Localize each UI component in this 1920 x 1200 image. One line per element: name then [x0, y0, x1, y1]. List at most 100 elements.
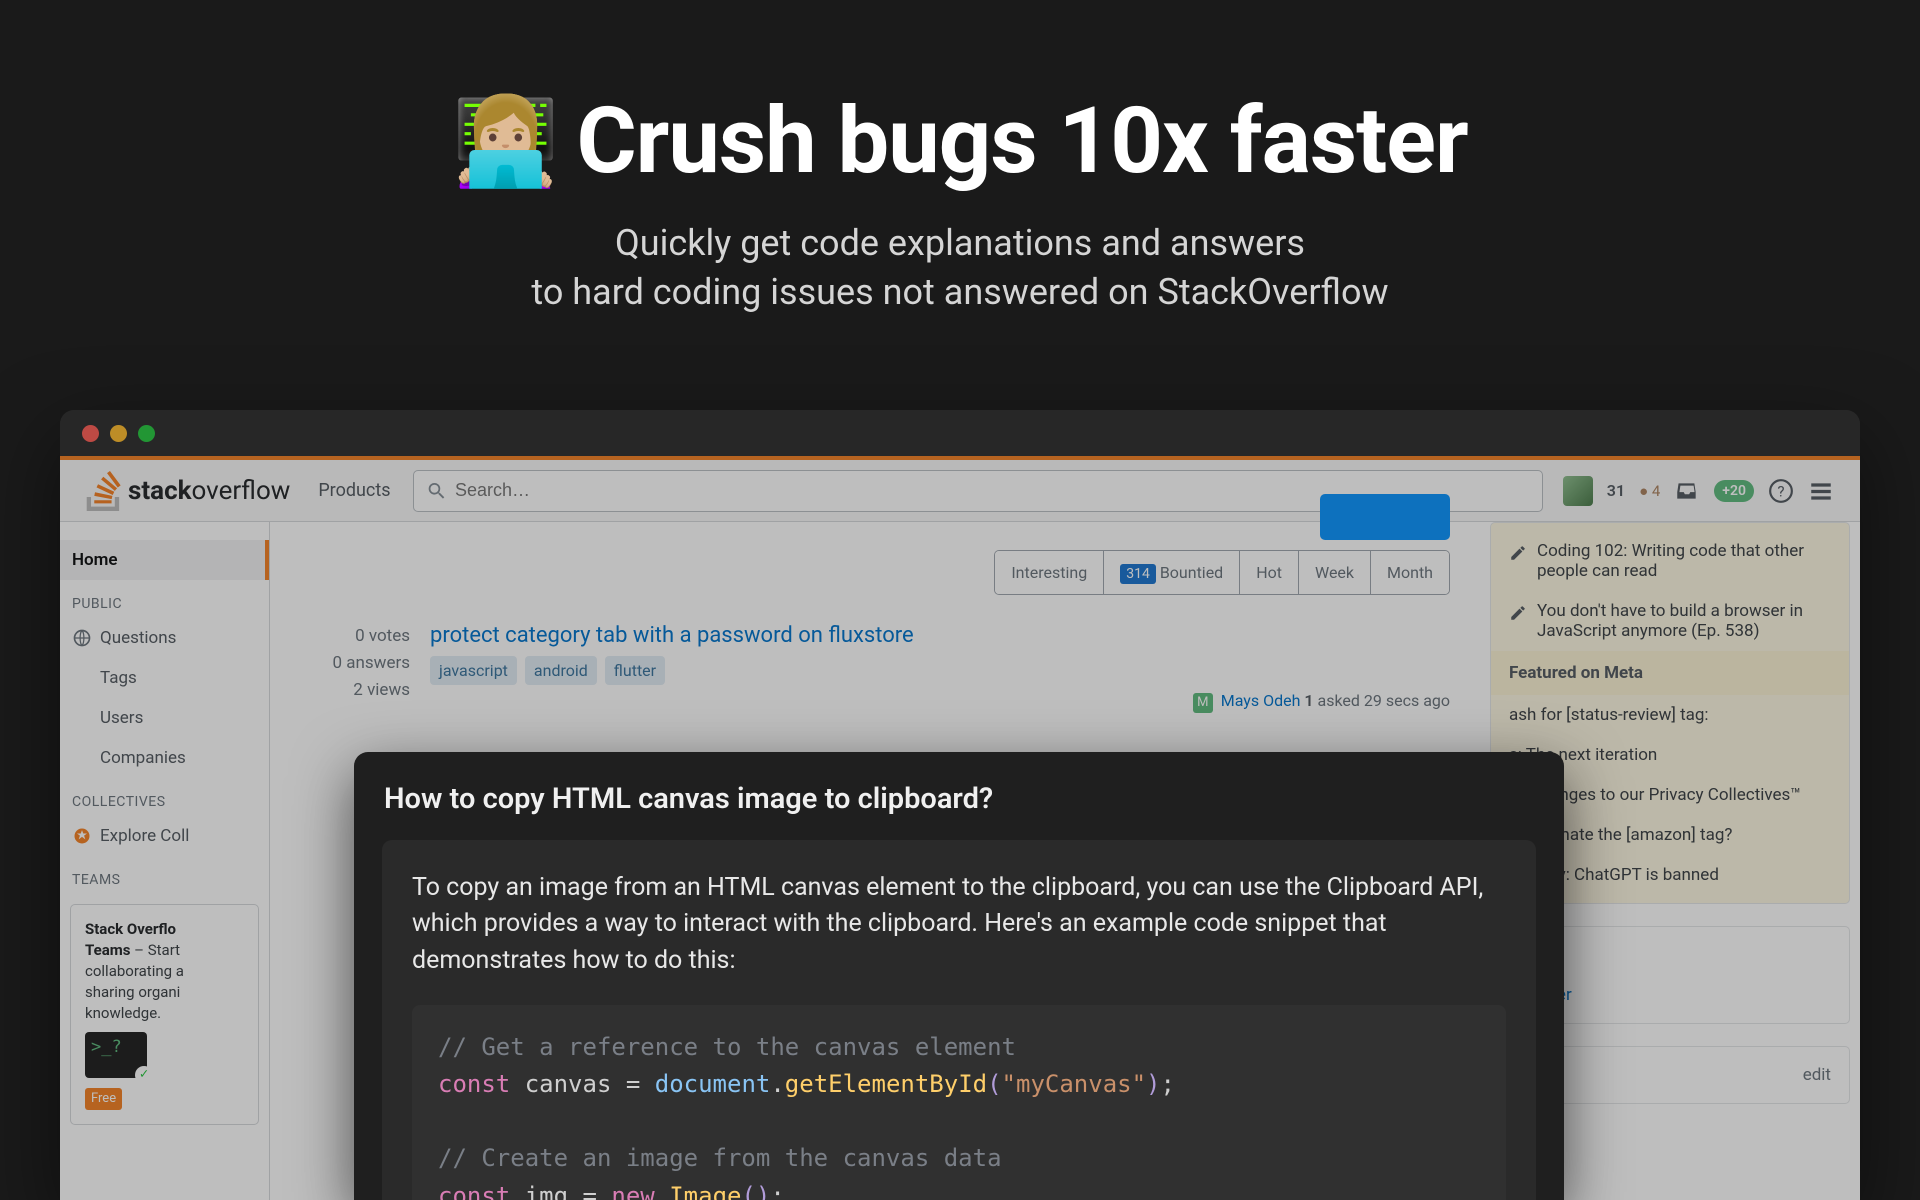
question-row: 0 votes 0 answers 2 views protect catego…	[300, 623, 1450, 713]
teams-promo: Stack Overflo Teams – Start collaboratin…	[70, 904, 259, 1125]
so-logo-bold: stack	[128, 476, 192, 506]
bountied-label: Bountied	[1160, 563, 1223, 582]
answers-count: 0 answers	[300, 650, 410, 677]
terminal-thumb-icon: >_? ✓	[85, 1032, 147, 1078]
sidebar-section-collectives: COLLECTIVES	[60, 778, 269, 816]
question-tags: javascript android flutter	[430, 656, 1450, 685]
code-getelementbyid: getElementById	[785, 1070, 987, 1098]
user-reputation: 31	[1607, 481, 1625, 500]
user-cluster: 31 ● 4 +20 ?	[1563, 476, 1834, 506]
blog-item-2[interactable]: You don't have to build a browser in Jav…	[1491, 591, 1849, 651]
sidebar-item-tags[interactable]: Tags	[60, 658, 269, 698]
terminal-prompt: >_?	[91, 1037, 122, 1057]
tag-flutter[interactable]: flutter	[605, 656, 665, 685]
so-topbar: stackoverflow Products 31 ● 4 +20 ?	[60, 460, 1860, 522]
so-logo[interactable]: stackoverflow	[86, 471, 290, 511]
help-icon[interactable]: ?	[1768, 478, 1794, 504]
maximize-dot-icon[interactable]	[138, 425, 155, 442]
free-badge: Free	[85, 1088, 122, 1110]
code-semi1: ;	[1161, 1070, 1175, 1098]
globe-icon	[72, 628, 92, 648]
question-content: protect category tab with a password on …	[430, 623, 1450, 713]
explore-label: Explore Coll	[100, 826, 189, 846]
blog-item-1[interactable]: Coding 102: Writing code that other peop…	[1491, 531, 1849, 591]
sidebar-item-users[interactable]: Users	[60, 698, 269, 738]
window-titlebar	[60, 410, 1860, 456]
question-meta: M Mays Odeh 1 asked 29 secs ago	[430, 691, 1450, 713]
edit-link[interactable]: edit	[1803, 1065, 1831, 1085]
hero-sub-line2: to hard coding issues not answered on St…	[531, 271, 1388, 313]
code-paren-close2: )	[756, 1182, 770, 1200]
blog2-text: You don't have to build a browser in Jav…	[1537, 601, 1831, 641]
achievements-badge[interactable]: +20	[1714, 480, 1754, 502]
meta1-text: ash for [status-review] tag:	[1509, 705, 1709, 725]
pencil-icon	[1509, 604, 1527, 622]
code-space	[655, 1182, 669, 1200]
code-comment-1: // Get a reference to the canvas element	[438, 1033, 1016, 1061]
hero-subtitle: Quickly get code explanations and answer…	[452, 219, 1467, 316]
sidebar-questions-label: Questions	[100, 628, 176, 648]
popup-title: How to copy HTML canvas image to clipboa…	[354, 752, 1564, 840]
code-image: Image	[669, 1182, 741, 1200]
sidebar-item-explore-collectives[interactable]: Explore Coll	[60, 816, 269, 856]
tab-week[interactable]: Week	[1299, 551, 1371, 594]
sidebar-item-questions[interactable]: Questions	[60, 618, 269, 658]
ask-question-button[interactable]	[1320, 494, 1450, 540]
question-filter-tabs: Interesting 314Bountied Hot Week Month	[300, 550, 1450, 595]
tab-hot[interactable]: Hot	[1240, 551, 1299, 594]
svg-text:?: ?	[1777, 482, 1784, 500]
code-paren-close1: )	[1146, 1070, 1160, 1098]
close-dot-icon[interactable]	[82, 425, 99, 442]
author-link[interactable]: Mays Odeh	[1221, 691, 1301, 710]
code-paren-open2: (	[741, 1182, 755, 1200]
author-badge: M	[1193, 693, 1213, 713]
so-logo-light: overflow	[192, 476, 291, 506]
code-kw-new: new	[611, 1182, 654, 1200]
code-dot: .	[770, 1070, 784, 1098]
blog1-text: Coding 102: Writing code that other peop…	[1537, 541, 1831, 581]
code-comment-2: // Create an image from the canvas data	[438, 1144, 1002, 1172]
meta-item-1[interactable]: ash for [status-review] tag:	[1491, 695, 1849, 735]
code-var1: canvas =	[510, 1070, 655, 1098]
search-icon	[426, 480, 447, 502]
answer-popup: How to copy HTML canvas image to clipboa…	[354, 752, 1564, 1200]
asked-time: asked 29 secs ago	[1318, 691, 1451, 710]
menu-icon[interactable]	[1808, 478, 1834, 504]
code-paren-open1: (	[987, 1070, 1001, 1098]
sidebar-section-teams: TEAMS	[60, 856, 269, 894]
products-link[interactable]: Products	[318, 480, 390, 501]
tag-javascript[interactable]: javascript	[430, 656, 517, 685]
hero: 👩🏼‍💻 Crush bugs 10x faster Quickly get c…	[452, 0, 1467, 316]
left-sidebar: Home PUBLIC Questions Tags Users Compani…	[60, 522, 270, 1200]
tab-interesting[interactable]: Interesting	[995, 551, 1104, 594]
starburst-icon	[72, 826, 92, 846]
sidebar-item-companies[interactable]: Companies	[60, 738, 269, 778]
tab-month[interactable]: Month	[1371, 551, 1449, 594]
question-stats: 0 votes 0 answers 2 views	[300, 623, 410, 713]
question-title-link[interactable]: protect category tab with a password on …	[430, 623, 1450, 648]
code-snippet: // Get a reference to the canvas element…	[412, 1005, 1506, 1200]
pencil-icon	[1509, 544, 1527, 562]
inbox-icon[interactable]	[1674, 478, 1700, 504]
code-semi2: ;	[770, 1182, 784, 1200]
hero-title-text: Crush bugs 10x faster	[576, 88, 1467, 195]
popup-body: To copy an image from an HTML canvas ele…	[382, 840, 1536, 1200]
sidebar-item-home[interactable]: Home	[60, 540, 269, 580]
code-kw-const1: const	[438, 1070, 510, 1098]
hero-sub-line1: Quickly get code explanations and answer…	[615, 222, 1305, 264]
code-string-mycanvas: "myCanvas"	[1002, 1070, 1147, 1098]
tab-bountied[interactable]: 314Bountied	[1104, 551, 1240, 594]
user-bronze-badges: ● 4	[1639, 482, 1660, 500]
avatar[interactable]	[1563, 476, 1593, 506]
popup-explanation: To copy an image from an HTML canvas ele…	[412, 870, 1506, 979]
tag-android[interactable]: android	[525, 656, 597, 685]
votes-count: 0 votes	[300, 623, 410, 650]
author-rep: 1	[1304, 691, 1313, 710]
minimize-dot-icon[interactable]	[110, 425, 127, 442]
code-document: document	[655, 1070, 771, 1098]
check-icon: ✓	[135, 1066, 153, 1084]
bountied-count: 314	[1120, 564, 1156, 584]
sidebar-section-public: PUBLIC	[60, 580, 269, 618]
code-var2: img =	[510, 1182, 611, 1200]
code-kw-const2: const	[438, 1182, 510, 1200]
